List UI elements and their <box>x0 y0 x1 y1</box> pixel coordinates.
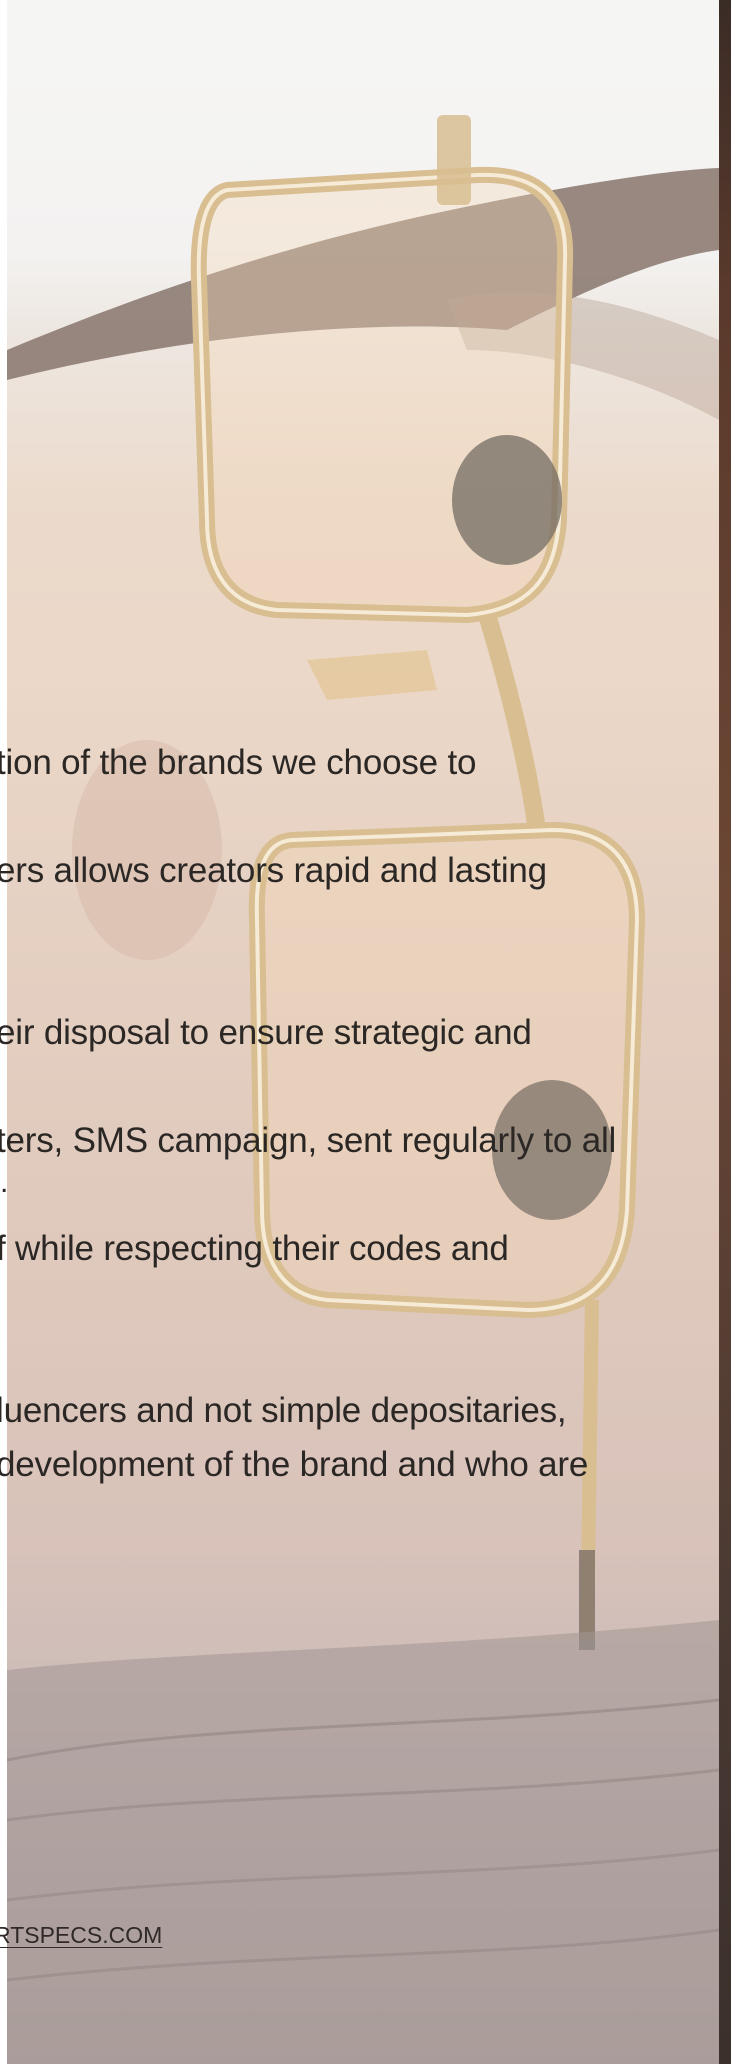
right-edge <box>719 0 731 2064</box>
body-line: f while respecting their codes and <box>0 1229 509 1268</box>
body-line: tion of the brands we choose to <box>0 743 477 782</box>
body-copy: tion of the brands we choose to ers allo… <box>0 0 719 2064</box>
body-line: ters, SMS campaign, sent regularly to al… <box>0 1121 617 1160</box>
body-line: development of the brand and who are <box>0 1445 589 1484</box>
page: tion of the brands we choose to ers allo… <box>0 0 731 2064</box>
body-line: eir disposal to ensure strategic and <box>0 1013 532 1052</box>
body-line: ers allows creators rapid and lasting <box>0 851 547 890</box>
body-line: luencers and not simple depositaries, <box>0 1391 567 1430</box>
body-fragment: . <box>0 1166 9 1199</box>
website-link[interactable]: RTSPECS.COM <box>0 1920 162 1950</box>
